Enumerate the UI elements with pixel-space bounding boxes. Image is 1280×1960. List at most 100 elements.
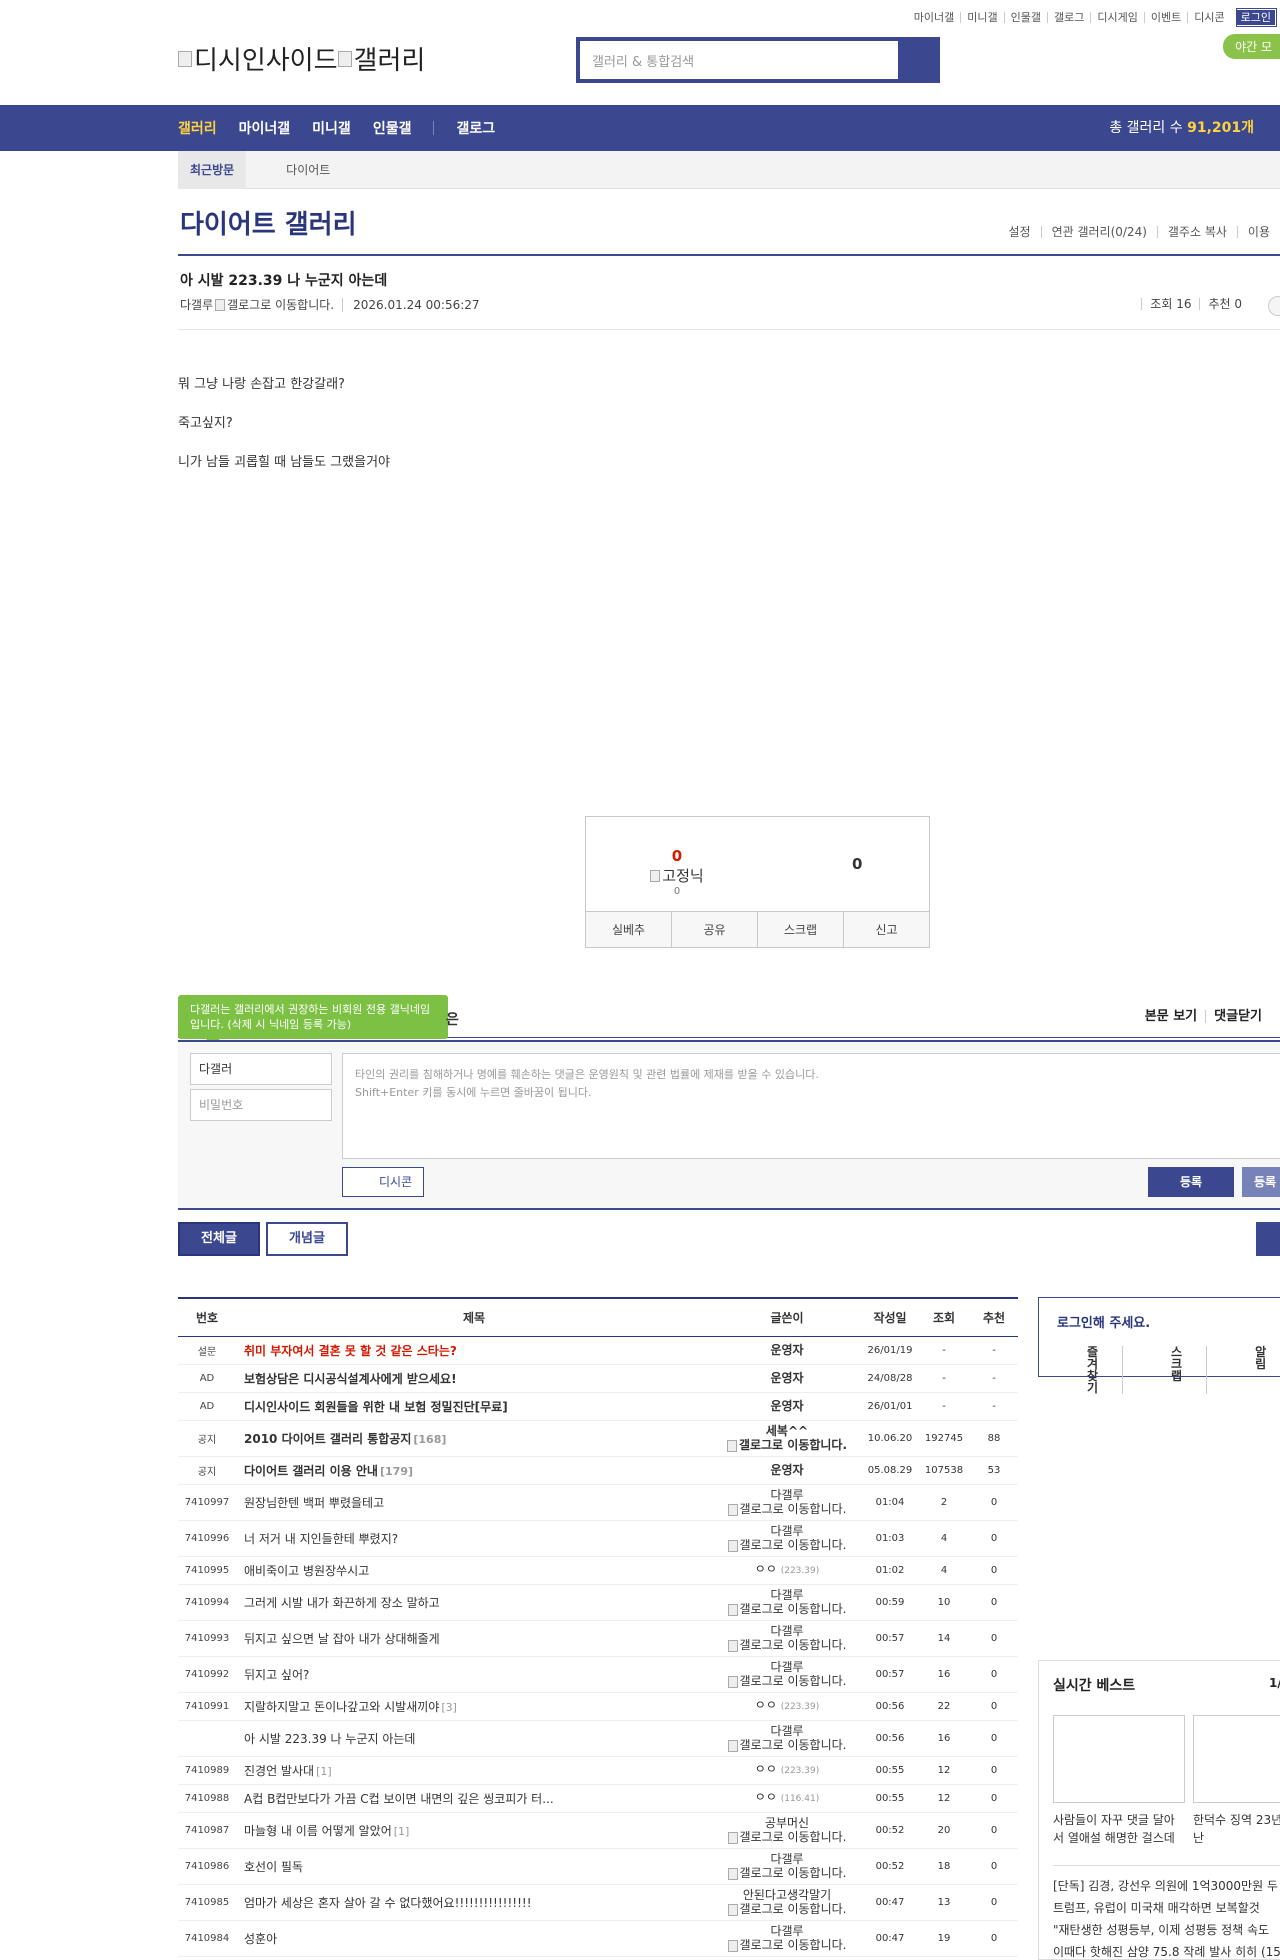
row-writer[interactable]: 다갤루 갤로그로 이동합니다. (712, 1920, 862, 1957)
reply-count[interactable]: [3] (441, 1701, 457, 1714)
row-title-text[interactable]: 호선이 필독 (244, 1860, 303, 1874)
row-title[interactable]: 뒤지고 싶으면 날 잡아 내가 상대해줄게 (236, 1620, 712, 1657)
table-row[interactable]: AD 디시인사이드 회원들을 위한 내 보험 정밀진단[무료] 운영자 26/01/0… (178, 1392, 1018, 1421)
gallog-link[interactable]: 갤로그로 이동합니다. (739, 1438, 847, 1452)
row-title[interactable]: 아 시발 223.39 나 누군지 아는데 (236, 1720, 712, 1757)
downvote-count[interactable]: 0 (852, 855, 862, 873)
dccon-button[interactable]: 디시콘 (342, 1167, 424, 1197)
row-writer[interactable]: ㅇㅇ (223.39) (712, 1556, 862, 1585)
comment-textarea[interactable]: 타인의 권리를 침해하거나 명예를 훼손하는 댓글은 운영원칙 및 관련 법률에… (342, 1053, 1280, 1159)
gallery-menu-settings[interactable]: 설정 (998, 226, 1040, 238)
writer-name[interactable]: 다갤루 (770, 1624, 803, 1638)
row-writer[interactable]: 다갤루 갤로그로 이동합니다. (712, 1848, 862, 1885)
gnb-gallery[interactable]: 갤러리 (178, 118, 217, 138)
best-caption[interactable]: 한덕수 징역 23년 부 맹비난 (1193, 1811, 1280, 1847)
row-title[interactable]: 보험상담은 디시공식설계사에게 받으세요! (236, 1364, 712, 1393)
row-writer[interactable]: 다갤루 갤로그로 이동합니다. (712, 1584, 862, 1621)
row-title-text[interactable]: A컵 B컵만보다가 가끔 C컵 보이면 내면의 깊은 씽코피가 터... (244, 1792, 554, 1806)
gallery-menu-usage[interactable]: 이용 (1236, 226, 1280, 238)
reply-count[interactable]: [179] (380, 1465, 413, 1478)
best-caption[interactable]: 사람들이 자꾸 댓글 달아서 열애설 해명한 걸스데 (1053, 1811, 1185, 1847)
table-row[interactable]: 공지 다이어트 갤러리 이용 안내 [179] 운영자 05.08.29 107538 53 (178, 1456, 1018, 1485)
table-row[interactable]: AD 보험상담은 디시공식설계사에게 받으세요! 운영자 24/08/28- - (178, 1364, 1018, 1393)
row-writer[interactable]: 운영자 (712, 1336, 862, 1365)
best-thumbnail[interactable] (1053, 1715, 1185, 1803)
row-writer[interactable]: ㅇㅇ (223.39) (712, 1692, 862, 1721)
reply-count[interactable]: [1] (316, 1765, 332, 1778)
site-logo[interactable]: 디시인사이드 갤러리 (178, 40, 425, 77)
table-row[interactable]: 7410997 원장님한텐 백퍼 뿌렸을테고 다갤루 갤로그로 이동합니다. 01:04… (178, 1484, 1018, 1521)
row-writer[interactable]: 운영자 (712, 1364, 862, 1393)
row-title-text[interactable]: 2010 다이어트 갤러리 통합공지 (244, 1432, 411, 1446)
alarm-link[interactable]: 알림 (1206, 1346, 1280, 1394)
best-news-item[interactable]: 트럼프, 유럽이 미국채 매각하면 보복할것 (1053, 1899, 1280, 1916)
row-title[interactable]: 너 저거 내 지인들한테 뿌렸지? (236, 1520, 712, 1557)
writer-name[interactable]: 안된다고생각말기 (743, 1888, 831, 1902)
best-news-item[interactable]: "재탄생한 성평등부, 이제 성평등 정책 속도 (1053, 1921, 1280, 1938)
table-row[interactable]: 7410987 마늘형 내 이름 어떻게 알았어 [1] 공부머신 갤로그로 이동합니다… (178, 1812, 1018, 1849)
row-title[interactable]: 마늘형 내 이름 어떻게 알았어 [1] (236, 1812, 712, 1849)
writer-name[interactable]: 다갤루 (770, 1660, 803, 1674)
util-link-mini[interactable]: 미니갤 (960, 12, 1003, 23)
row-title-text[interactable]: 아 시발 223.39 나 누군지 아는데 (244, 1732, 415, 1746)
gallery-menu-related[interactable]: 연관 갤러리(0/24) (1040, 226, 1157, 238)
post-writer[interactable]: 다갤루 (180, 296, 213, 313)
row-title-text[interactable]: 그러게 시발 내가 화끈하게 장소 말하고 (244, 1596, 440, 1610)
row-title-text[interactable]: 원장님한텐 백퍼 뿌렸을테고 (244, 1496, 384, 1510)
table-row[interactable]: 7410988 A컵 B컵만보다가 가끔 C컵 보이면 내면의 깊은 씽코피가 터… (178, 1784, 1018, 1813)
best-news-item[interactable]: 이때다 핫해진 삼양 75.8 작례 발사 히히 (15 (1053, 1943, 1280, 1960)
post-option-icon[interactable] (1268, 296, 1280, 316)
util-link-gallog[interactable]: 갤로그 (1047, 12, 1090, 23)
writer-name[interactable]: 세복^^ (766, 1424, 808, 1438)
writer-name[interactable]: ㅇㅇ (755, 1562, 777, 1576)
row-title-text[interactable]: 취미 부자여서 결혼 못 할 것 같은 스타는? (244, 1344, 457, 1358)
table-row[interactable]: 7410994 그러게 시발 내가 화끈하게 장소 말하고 다갤루 갤로그로 이동합니… (178, 1584, 1018, 1621)
close-comment-button[interactable]: 댓글닫기 (1205, 1010, 1270, 1023)
write-button[interactable] (1256, 1222, 1280, 1256)
row-title-text[interactable]: 진경언 발사대 (244, 1764, 314, 1778)
row-title-text[interactable]: 지랄하지말고 돈이나갚고와 시발새끼야 (244, 1700, 439, 1714)
gallog-link[interactable]: 갤로그로 이동합니다. (740, 1538, 847, 1552)
row-title-text[interactable]: 보험상담은 디시공식설계사에게 받으세요! (244, 1372, 457, 1386)
util-link-person[interactable]: 인물갤 (1003, 12, 1047, 23)
row-title[interactable]: 지랄하지말고 돈이나갚고와 시발새끼야 [3] (236, 1692, 712, 1721)
writer-name[interactable]: 운영자 (770, 1371, 803, 1385)
share-button[interactable]: 공유 (671, 912, 757, 947)
writer-name[interactable]: 공부머신 (765, 1816, 809, 1830)
search-button[interactable] (898, 37, 940, 83)
row-title[interactable]: 엄마가 세상은 혼자 살아 갈 수 없다했어요!!!!!!!!!!!!!!!! (236, 1884, 712, 1921)
gallog-link[interactable]: 갤로그로 이동합니다. (740, 1674, 847, 1688)
row-writer[interactable]: 다갤루 갤로그로 이동합니다. (712, 1520, 862, 1557)
night-mode-toggle[interactable]: 야간 모 (1223, 34, 1280, 59)
writer-name[interactable]: 다갤루 (770, 1588, 803, 1602)
tab-concept-posts[interactable]: 개념글 (266, 1222, 348, 1256)
row-writer[interactable]: 다갤루 갤로그로 이동합니다. (712, 1720, 862, 1757)
gallog-link[interactable]: 갤로그로 이동합니다. (740, 1830, 847, 1844)
gallog-link[interactable]: 갤로그로 이동합니다. (740, 1502, 847, 1516)
util-link-dccon[interactable]: 디시콘 (1187, 12, 1230, 23)
gallery-menu-copy-url[interactable]: 갤주소 복사 (1156, 226, 1237, 238)
row-title[interactable]: 2010 다이어트 갤러리 통합공지 [168] (236, 1420, 712, 1457)
reply-count[interactable]: [1] (394, 1825, 410, 1838)
row-writer[interactable]: 운영자 (712, 1456, 862, 1485)
row-title-text[interactable]: 다이어트 갤러리 이용 안내 (244, 1464, 378, 1478)
writer-name[interactable]: 다갤루 (770, 1724, 803, 1738)
best-pager[interactable]: 1/ (1269, 1676, 1280, 1690)
gnb-gallog[interactable]: 갤로그 (456, 118, 495, 138)
row-title-text[interactable]: 뒤지고 싶으면 날 잡아 내가 상대해줄게 (244, 1632, 440, 1646)
util-link-dcgame[interactable]: 디시게임 (1090, 12, 1143, 23)
search-input[interactable]: 갤러리 & 통합검색 (580, 41, 898, 79)
writer-name[interactable]: 운영자 (770, 1343, 803, 1357)
gallog-link[interactable]: 갤로그로 이동합니다. (740, 1902, 847, 1916)
table-row[interactable]: 7410993 뒤지고 싶으면 날 잡아 내가 상대해줄게 다갤루 갤로그로 이동합니… (178, 1620, 1018, 1657)
writer-name[interactable]: ㅇㅇ (755, 1698, 777, 1712)
table-row[interactable]: 7410991 지랄하지말고 돈이나갚고와 시발새끼야 [3] ㅇㅇ (223.39)… (178, 1692, 1018, 1721)
report-button[interactable]: 신고 (843, 912, 929, 947)
row-title[interactable]: A컵 B컵만보다가 가끔 C컵 보이면 내면의 깊은 씽코피가 터... (236, 1784, 712, 1813)
gallery-title[interactable]: 다이어트 갤러리 (180, 204, 357, 241)
register-button[interactable]: 등록 (1148, 1167, 1234, 1197)
login-button[interactable]: 로그인 (1235, 8, 1278, 27)
recent-visit-item[interactable]: 다이어트 (286, 161, 330, 178)
row-title-text[interactable]: 애비죽이고 병원장쑤시고 (244, 1564, 369, 1578)
row-title[interactable]: 호선이 필독 (236, 1848, 712, 1885)
